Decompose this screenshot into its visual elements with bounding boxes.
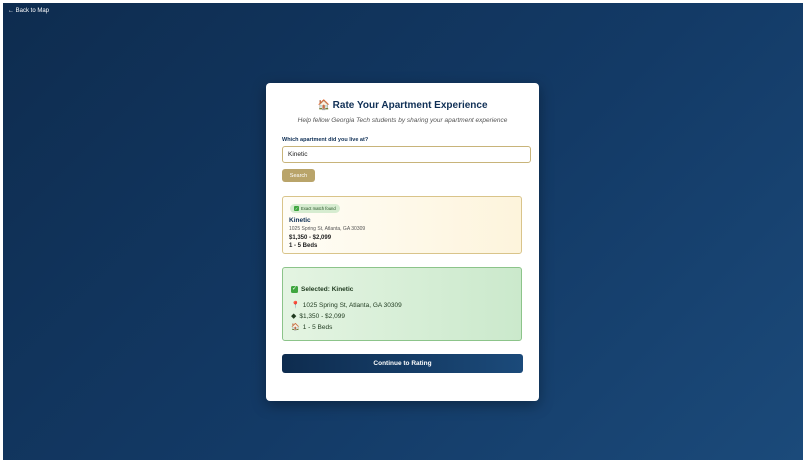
house-icon: 🏠 [291, 324, 300, 331]
selected-address-row: 📍 1025 Spring St, Atlanta, GA 30309 [291, 301, 402, 310]
selected-price: $1,350 - $2,099 [299, 312, 345, 320]
result-beds: 1 - 5 Beds [289, 243, 318, 249]
result-price: $1,350 - $2,099 [289, 235, 332, 241]
selected-address: 1025 Spring St, Atlanta, GA 30309 [302, 301, 402, 309]
selected-title: ✓ Selected: Kinetic [291, 286, 353, 293]
selected-price-row: ◆ $1,350 - $2,099 [291, 312, 345, 321]
house-icon: 🏠 [317, 100, 330, 111]
apartment-search-input[interactable] [282, 146, 531, 163]
selected-beds: 1 - 5 Beds [302, 323, 333, 331]
continue-to-rating-button[interactable]: Continue to Rating [282, 354, 523, 373]
check-icon: ✓ [291, 286, 298, 293]
result-name: Kinetic [289, 217, 311, 224]
app-background: ← Back to Map 🏠 Rate Your Apartment Expe… [3, 3, 803, 460]
rating-card: 🏠 Rate Your Apartment Experience Help fe… [266, 83, 539, 401]
page-title: 🏠 Rate Your Apartment Experience [266, 100, 539, 111]
selected-apartment-card: ✓ Selected: Kinetic 📍 1025 Spring St, At… [282, 267, 522, 341]
page-title-text: Rate Your Apartment Experience [332, 100, 488, 111]
exact-match-badge: ✓ Exact match found [290, 204, 340, 213]
back-to-map-link[interactable]: ← Back to Map [8, 8, 49, 14]
result-address: 1025 Spring St, Atlanta, GA 30309 [289, 226, 366, 232]
apartment-search-label: Which apartment did you live at? [282, 137, 369, 143]
search-button[interactable]: Search [282, 169, 315, 182]
exact-match-text: Exact match found [301, 206, 336, 211]
selected-beds-row: 🏠 1 - 5 Beds [291, 323, 333, 332]
location-pin-icon: 📍 [291, 302, 300, 309]
search-result-card[interactable]: ✓ Exact match found Kinetic 1025 Spring … [282, 196, 522, 254]
selected-title-text: Selected: Kinetic [301, 286, 354, 293]
page-subtitle: Help fellow Georgia Tech students by sha… [297, 117, 508, 124]
check-icon: ✓ [294, 206, 299, 211]
diamond-icon: ◆ [291, 313, 297, 320]
